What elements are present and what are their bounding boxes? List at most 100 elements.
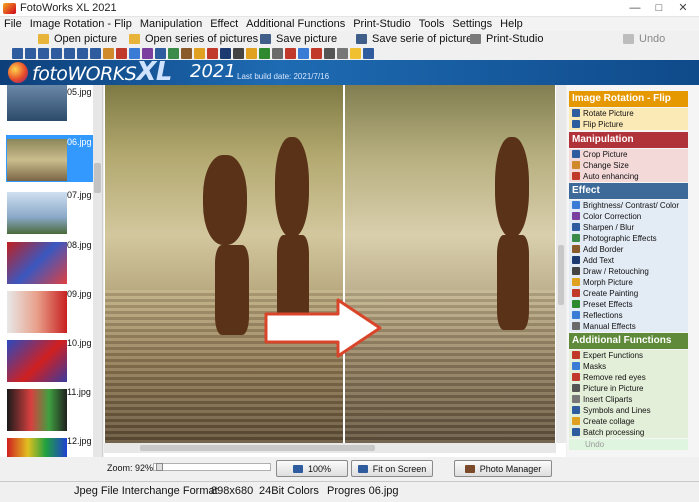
draw-icon[interactable] (233, 47, 244, 59)
manual-effects-icon[interactable] (272, 47, 283, 59)
manual-effects-item[interactable]: Manual Effects (569, 321, 688, 332)
add-text-item[interactable]: Add Text (569, 255, 688, 266)
reflection-icon (572, 311, 580, 320)
picture-in-picture-icon[interactable] (324, 47, 335, 59)
create-collage-item[interactable]: Create collage (569, 416, 688, 427)
expert-functions-item[interactable]: Expert Functions (569, 350, 688, 361)
brightness-item[interactable]: Brightness/ Contrast/ Color (569, 200, 688, 211)
close-button[interactable]: ✕ (671, 0, 695, 15)
section-manipulation[interactable]: Manipulation (569, 132, 688, 148)
canvas-horizontal-scrollbar[interactable] (104, 443, 556, 453)
thumbnail-item[interactable]: 07.jpg (6, 188, 94, 235)
zoom-slider[interactable] (153, 463, 271, 471)
menu-settings[interactable]: Settings (448, 17, 496, 31)
painting-icon[interactable] (207, 47, 218, 59)
reflections-item[interactable]: Reflections (569, 310, 688, 321)
save-serie-button[interactable]: Save serie of pictures (356, 31, 478, 46)
thumbnail-scroll-thumb[interactable] (94, 163, 101, 193)
zoom-slider-knob[interactable] (156, 463, 163, 471)
menu-file[interactable]: File (0, 17, 26, 31)
symbols-lines-item[interactable]: Symbols and Lines (569, 405, 688, 416)
red-eye-icon[interactable] (311, 47, 322, 59)
open-picture-button[interactable]: Open picture (38, 31, 117, 46)
photo-manager-button[interactable]: Photo Manager (454, 460, 552, 477)
masks-label: Masks (583, 361, 607, 371)
create-painting-item[interactable]: Create Painting (569, 288, 688, 299)
flip-picture-item[interactable]: Flip Picture (569, 119, 688, 130)
menu-manipulation[interactable]: Manipulation (136, 17, 206, 31)
crop-picture-item[interactable]: Crop Picture (569, 149, 688, 160)
image-canvas[interactable] (104, 85, 566, 457)
menu-tools[interactable]: Tools (415, 17, 449, 31)
menu-image-rotation[interactable]: Image Rotation - Flip (26, 17, 136, 31)
masks-item[interactable]: Masks (569, 361, 688, 372)
rotate-left-icon[interactable] (12, 47, 23, 59)
thumbnail-item[interactable]: 11.jpg (6, 385, 94, 432)
picture-in-picture-item[interactable]: Picture in Picture (569, 383, 688, 394)
border-icon[interactable] (181, 47, 192, 59)
thumbnail-item[interactable]: 08.jpg (6, 238, 94, 285)
auto-enhancing-item[interactable]: Auto enhancing (569, 171, 688, 182)
rotate-cw-icon[interactable] (51, 47, 62, 59)
panel-undo-button[interactable]: Undo (569, 439, 688, 450)
mask-icon[interactable] (298, 47, 309, 59)
add-border-item[interactable]: Add Border (569, 244, 688, 255)
menu-effect[interactable]: Effect (206, 17, 242, 31)
thumbnail-item[interactable]: 10.jpg (6, 336, 94, 383)
open-series-button[interactable]: Open series of pictures (129, 31, 258, 46)
reflection-icon[interactable] (259, 47, 270, 59)
save-picture-button[interactable]: Save picture (260, 31, 337, 46)
section-additional-functions[interactable]: Additional Functions (569, 333, 688, 349)
preset-effects-item[interactable]: Preset Effects (569, 299, 688, 310)
morph-picture-label: Morph Picture (583, 277, 633, 287)
zoom-label: Zoom: 92% (107, 463, 154, 473)
batch-icon[interactable] (363, 47, 374, 59)
star-icon[interactable] (350, 47, 361, 59)
rotate-ccw-icon[interactable] (38, 47, 49, 59)
thumbnail-filename: 11.jpg (67, 387, 91, 397)
rotate-picture-item[interactable]: Rotate Picture (569, 108, 688, 119)
menu-help[interactable]: Help (496, 17, 527, 31)
canvas-vertical-scrollbar[interactable] (556, 85, 566, 443)
photographic-effects-item[interactable]: Photographic Effects (569, 233, 688, 244)
change-size-item[interactable]: Change Size (569, 160, 688, 171)
open-series-label: Open series of pictures (145, 32, 259, 45)
canvas-hscroll-thumb[interactable] (140, 445, 375, 451)
remove-red-eyes-item[interactable]: Remove red eyes (569, 372, 688, 383)
frame-icon[interactable] (194, 47, 205, 59)
batch-processing-item[interactable]: Batch processing (569, 427, 688, 438)
section-effect[interactable]: Effect (569, 183, 688, 199)
menu-additional-functions[interactable]: Additional Functions (242, 17, 349, 31)
flip-horizontal-icon[interactable] (64, 47, 75, 59)
minimize-button[interactable]: — (623, 0, 647, 15)
sharpen-item[interactable]: Sharpen / Blur (569, 222, 688, 233)
thumbnail-item[interactable]: 06.jpg (6, 135, 94, 182)
draw-retouching-item[interactable]: Draw / Retouching (569, 266, 688, 277)
canvas-vscroll-thumb[interactable] (558, 245, 564, 305)
menu-print-studio[interactable]: Print-Studio (349, 17, 414, 31)
zoom-100-button[interactable]: 100% (276, 460, 348, 477)
thumbnail-scrollbar[interactable] (93, 85, 102, 457)
morph-icon[interactable] (246, 47, 257, 59)
morph-picture-item[interactable]: Morph Picture (569, 277, 688, 288)
color-correction-item[interactable]: Color Correction (569, 211, 688, 222)
insert-cliparts-item[interactable]: Insert Cliparts (569, 394, 688, 405)
brand-version: 2021 (190, 61, 236, 82)
undo-button[interactable]: Undo (623, 31, 665, 46)
thumbnail-item[interactable]: 12.jpg (6, 434, 94, 457)
section-image-rotation[interactable]: Image Rotation - Flip (569, 91, 688, 107)
fit-on-screen-button[interactable]: Fit on Screen (351, 460, 433, 477)
clipart-icon[interactable] (337, 47, 348, 59)
text-icon[interactable] (220, 47, 231, 59)
flip-vertical-icon[interactable] (77, 47, 88, 59)
print-studio-button[interactable]: Print-Studio (470, 31, 543, 46)
enhance-icon[interactable] (116, 47, 127, 59)
resize-icon[interactable] (103, 47, 114, 59)
thumbnail-item[interactable]: 09.jpg (6, 287, 94, 334)
crop-icon[interactable] (90, 47, 101, 59)
brightness-icon (572, 201, 580, 210)
maximize-button[interactable]: □ (647, 0, 671, 15)
thumbnail-item[interactable]: 05.jpg (6, 85, 94, 132)
expert-icon[interactable] (285, 47, 296, 59)
rotate-right-icon[interactable] (25, 47, 36, 59)
